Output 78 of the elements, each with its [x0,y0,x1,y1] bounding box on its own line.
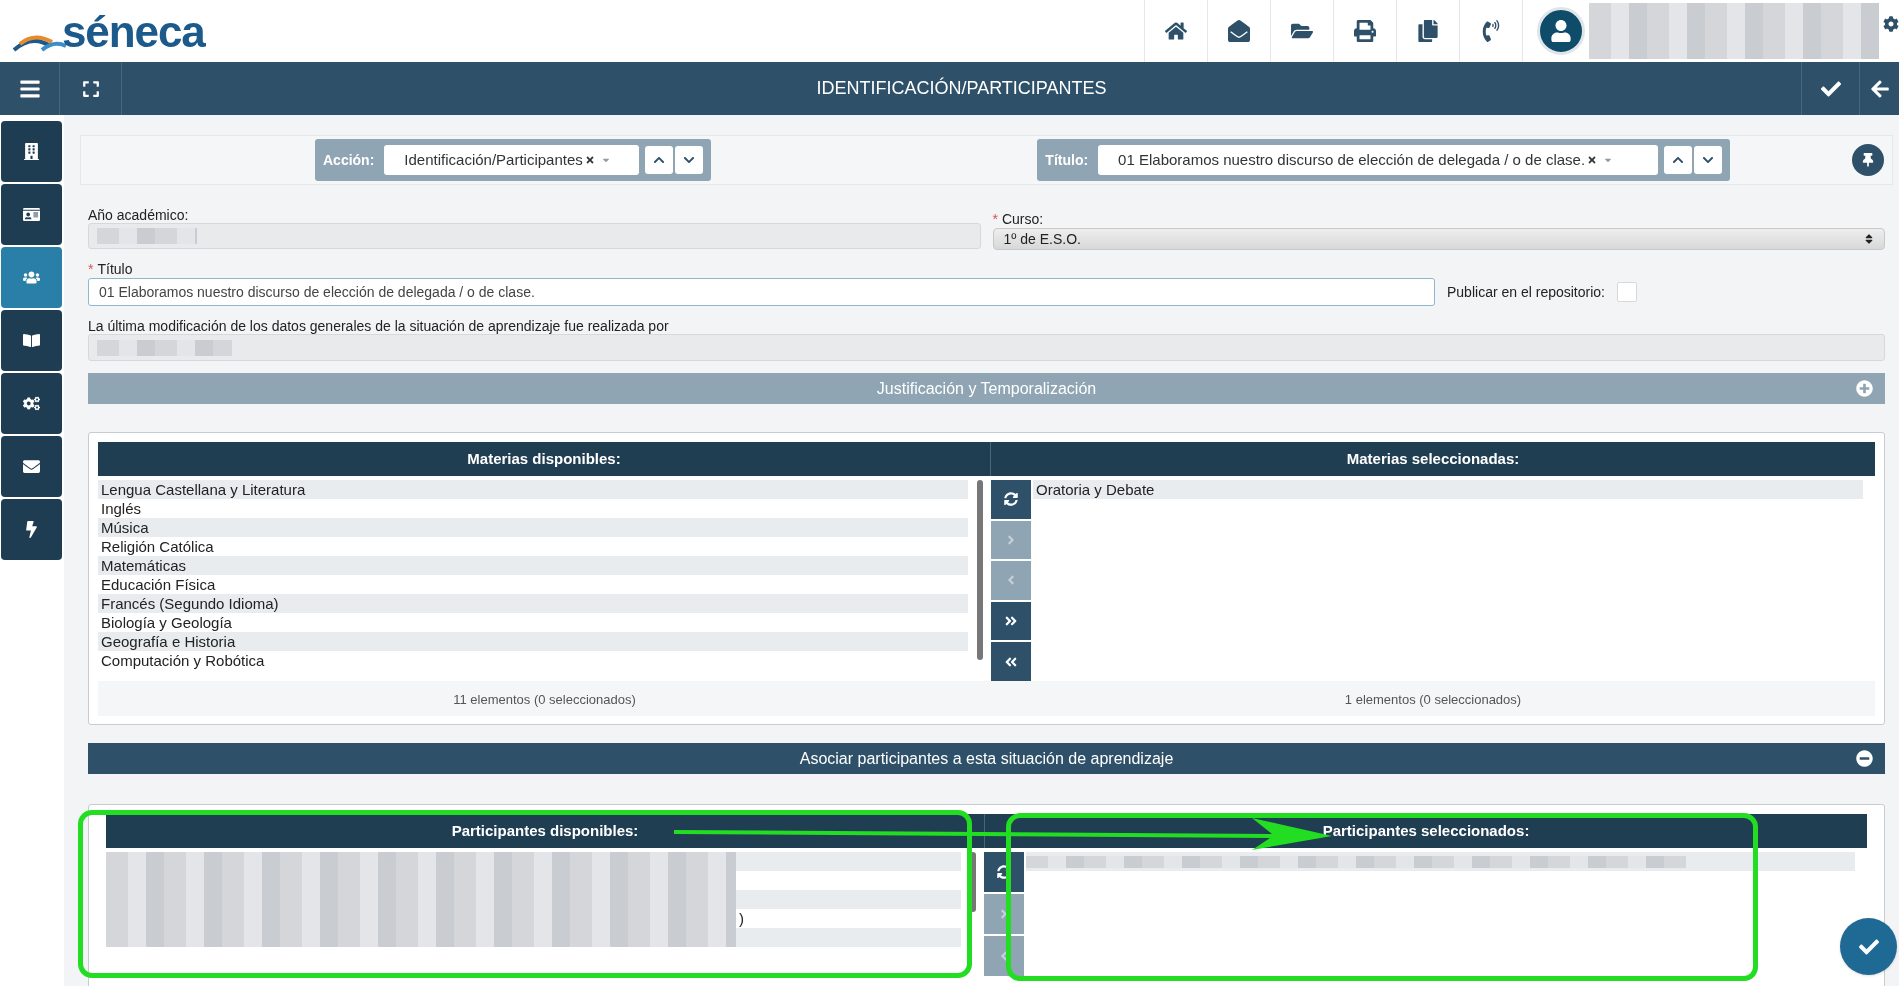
list-item[interactable]: Geografía e Historia [98,632,968,651]
publish-checkbox[interactable] [1617,282,1637,302]
book-icon [23,332,40,349]
pin-button[interactable] [1852,144,1884,176]
title-select[interactable]: 01 Elaboramos nuestro discurso de elección de delegada / o de clase. [1098,145,1659,175]
list-heading: Materias seleccionadas: [1346,448,1520,469]
sidebar-item[interactable] [1,373,62,434]
list-heading: Participantes disponibles: [451,820,639,841]
scrollbar-thumb[interactable] [970,852,976,912]
people-icon [23,269,40,286]
next-button[interactable] [1694,146,1723,174]
course-select[interactable]: 1º de E.S.O. [992,228,1885,250]
chevron-down-icon [683,154,696,166]
list-item[interactable]: Francés (Segundo Idioma) [98,594,968,613]
sort-icon [1864,233,1874,245]
select-value: Identificación/Participantes [404,149,583,170]
expand-icon [81,79,100,98]
field-label: Curso: [1001,209,1044,229]
list-item[interactable]: Oratoria y Debate [1033,480,1863,499]
transfer-button[interactable] [991,480,1031,519]
sidebar-item[interactable] [1,184,62,245]
page-title: IDENTIFICACIÓN/PARTICIPANTES [816,76,1107,100]
list-item-text: ) [739,909,744,928]
transfer-button[interactable] [991,642,1031,681]
previous-button[interactable] [1664,146,1693,174]
item-count: 11 elementos (0 seleccionados) [453,691,636,707]
sidebar-item[interactable] [1,499,62,560]
envelope-icon [23,458,40,475]
home-icon [1165,20,1187,42]
id-card-icon [23,206,40,223]
chevron-up-icon [1672,154,1685,166]
back-icon [1869,78,1890,99]
list-item[interactable]: Lengua Castellana y Literatura [98,480,968,499]
field-label: Publicar en el repositorio: [1447,282,1605,302]
list-item[interactable]: Matemáticas [98,556,968,575]
bolt-icon [23,521,40,538]
section-header[interactable]: Asociar participantes a esta situación de aprendizaje [88,743,1885,774]
list-heading: Materias disponibles: [467,448,621,469]
clear-icon[interactable] [1587,155,1598,165]
action-select[interactable]: Identificación/Participantes [384,145,640,175]
field-label: Acción: [323,150,375,170]
year-field[interactable] [88,223,981,249]
sidebar-item[interactable] [1,121,62,182]
field-label: Año académico: [88,206,190,223]
item-count: 1 elementos (0 seleccionados) [1344,691,1522,707]
field-label: Título [97,259,133,279]
chevron-up-icon [653,154,666,166]
field-label: La última modificación de los datos generales de la situación de aprendizaje fue realizada por [88,317,670,334]
gears-icon [23,395,40,412]
user-icon [1550,20,1572,42]
modified-by-field[interactable] [88,334,1885,361]
previous-button[interactable] [645,146,674,174]
settings-icon[interactable] [1883,14,1899,34]
select-value: 01 Elaboramos nuestro discurso de elección de delegada / o de clase. [1118,149,1586,170]
title-input[interactable]: 01 Elaboramos nuestro discurso de elección de delegada / o de clase. [88,278,1435,306]
logo-text: séneca [62,10,205,54]
clear-icon[interactable] [584,155,595,165]
required-mark: * [88,259,94,279]
avatar[interactable] [1537,7,1585,55]
open-envelope-icon [1228,20,1250,42]
pin-icon [1861,153,1875,167]
section-title: Asociar participantes a esta situación de aprendizaje [799,748,1174,769]
refresh-icon [1004,492,1018,507]
section-title: Justificación y Temporalización [876,378,1097,399]
chevron-down-icon [1702,154,1715,166]
list-heading: Participantes seleccionados: [1322,820,1530,841]
list-item[interactable]: Música [98,518,968,537]
phone-icon [1480,20,1502,42]
scrollbar-thumb[interactable] [977,480,983,660]
sidebar-item[interactable] [1,310,62,371]
sidebar-item[interactable] [1,436,62,497]
building-icon [23,143,40,160]
copy-icon [1417,20,1439,42]
required-mark: * [992,209,998,229]
next-button[interactable] [675,146,704,174]
field-label: Título: [1045,150,1089,170]
transfer-button[interactable] [991,601,1031,641]
print-icon [1354,20,1376,42]
